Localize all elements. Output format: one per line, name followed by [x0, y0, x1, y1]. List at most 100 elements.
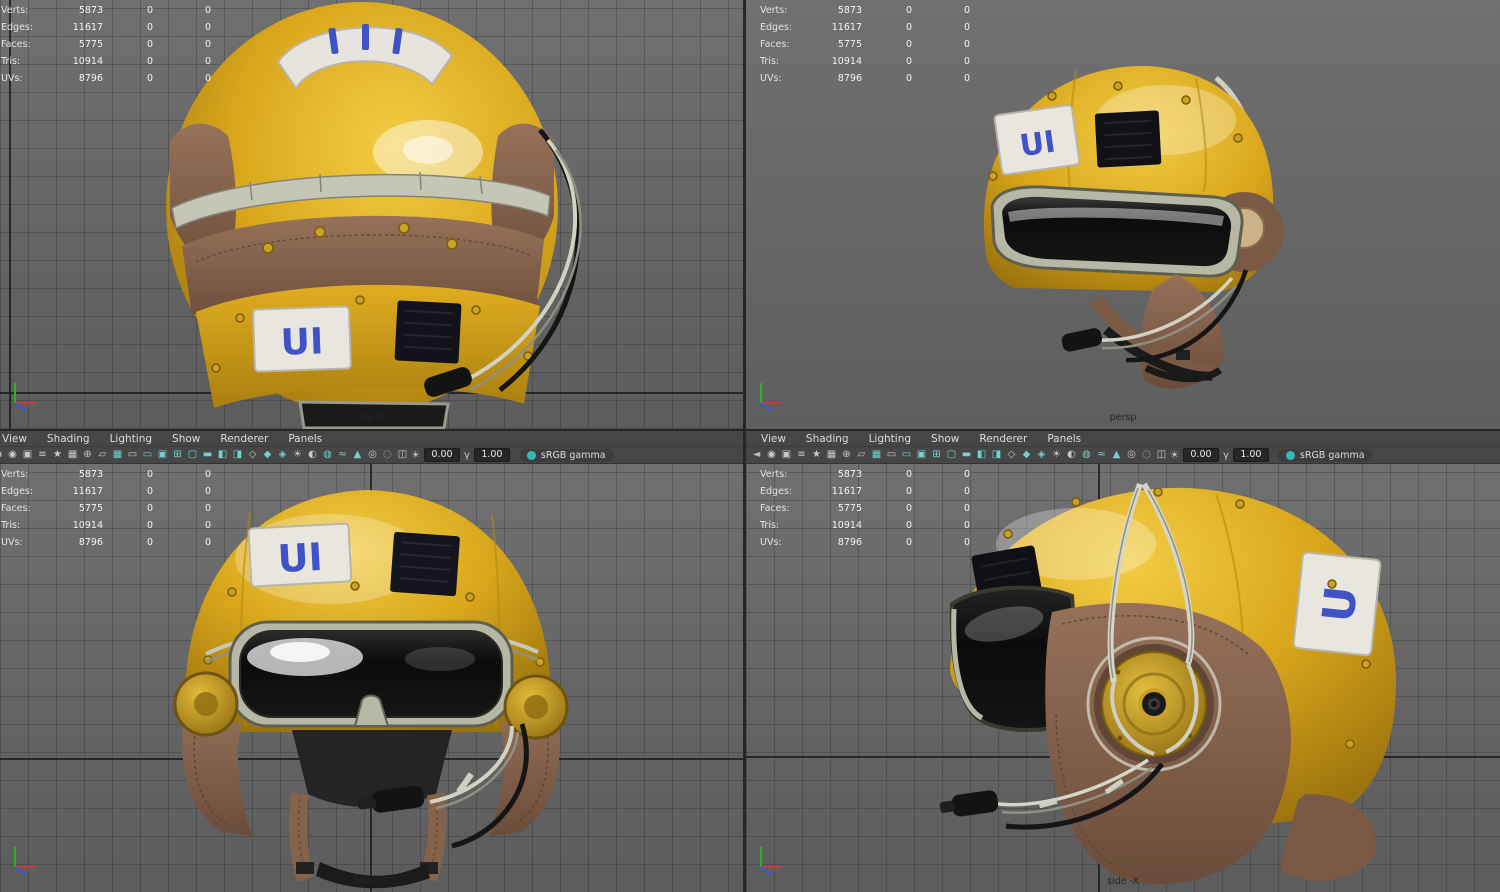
exposure-icon[interactable]: ☀ — [1170, 450, 1179, 461]
hud-value: 5775 — [837, 39, 862, 50]
film-gate-icon[interactable]: ▭ — [126, 448, 139, 462]
two-d-pan-zoom-icon[interactable]: ⊕ — [840, 448, 853, 462]
safe-action-icon[interactable]: ▢ — [186, 448, 199, 462]
hud-value: 0 — [204, 56, 211, 67]
bookmarks-icon[interactable]: ★ — [810, 448, 823, 462]
exposure-field[interactable]: 0.00 — [1182, 448, 1219, 462]
safe-title-icon[interactable]: ▬ — [960, 448, 973, 462]
camera-attributes-icon[interactable]: ≡ — [795, 448, 808, 462]
anti-aliasing-icon[interactable]: ▲ — [351, 448, 364, 462]
menu-lighting[interactable]: Lighting — [859, 433, 921, 445]
menu-panels[interactable]: Panels — [1037, 433, 1091, 445]
motion-blur-icon[interactable]: ≈ — [336, 448, 349, 462]
shaded-icon[interactable]: ◆ — [261, 448, 274, 462]
menu-panels[interactable]: Panels — [278, 433, 332, 445]
textured-icon[interactable]: ◈ — [276, 448, 289, 462]
shadows-icon[interactable]: ◐ — [306, 448, 319, 462]
wireframe-icon[interactable]: ◇ — [246, 448, 259, 462]
menu-show[interactable]: Show — [162, 433, 210, 445]
grid-icon[interactable]: ▦ — [870, 448, 883, 462]
resolution-gate-icon[interactable]: ▭ — [900, 448, 913, 462]
depth-of-field-icon[interactable]: ◎ — [1125, 448, 1138, 462]
resolution-gate-icon[interactable]: ▭ — [141, 448, 154, 462]
hud-row: Tris: 10914 0 0 — [1, 53, 231, 70]
bookmarks-icon[interactable]: ★ — [51, 448, 64, 462]
motion-blur-icon[interactable]: ≈ — [1095, 448, 1108, 462]
helmet-marking-side: U — [1313, 584, 1367, 625]
menu-lighting[interactable]: Lighting — [100, 433, 162, 445]
viewport-persp[interactable]: UI Verts: 5873 0 0 Edges: 11617 0 0 Face… — [746, 0, 1500, 429]
wireframe-icon[interactable]: ◇ — [1005, 448, 1018, 462]
viewport-front[interactable]: UI Verts: 5873 0 0 Edges: 11617 0 0 Face… — [0, 464, 743, 892]
textured-icon[interactable]: ◈ — [1035, 448, 1048, 462]
x-ray-icon[interactable]: ◫ — [1155, 448, 1168, 462]
field-chart-icon[interactable]: ⊞ — [171, 448, 184, 462]
view-transform-dropdown[interactable]: sRGB gamma — [518, 448, 614, 462]
ssao-icon[interactable]: ◍ — [1080, 448, 1093, 462]
toolbar-collapse-icon[interactable]: ◄ — [750, 448, 763, 462]
safe-title-icon[interactable]: ▬ — [201, 448, 214, 462]
hud-value: 0 — [963, 5, 970, 16]
camera-attributes-icon[interactable]: ≡ — [36, 448, 49, 462]
axis-gizmo — [14, 383, 35, 412]
hud-value: 0 — [963, 520, 970, 531]
select-camera-icon[interactable]: ◉ — [765, 448, 778, 462]
shaded-icon[interactable]: ◆ — [1020, 448, 1033, 462]
menu-show[interactable]: Show — [921, 433, 969, 445]
ssao-icon[interactable]: ◍ — [321, 448, 334, 462]
hud-toggle-icon[interactable]: ◧ — [216, 448, 229, 462]
isolate-select-icon[interactable]: ◌ — [1140, 448, 1153, 462]
isolate-select-icon[interactable]: ◌ — [381, 448, 394, 462]
image-plane-icon[interactable]: ▦ — [825, 448, 838, 462]
hud-label: Verts: — [760, 5, 788, 16]
hud-value: 0 — [146, 5, 153, 16]
gamma-field[interactable]: 1.00 — [473, 448, 510, 462]
axis-gizmo — [760, 383, 781, 412]
field-chart-icon[interactable]: ⊞ — [930, 448, 943, 462]
lock-camera-icon[interactable]: ▣ — [21, 448, 34, 462]
exposure-icon[interactable]: ☀ — [411, 450, 420, 461]
hud-toggle-icon[interactable]: ◧ — [975, 448, 988, 462]
film-gate-icon[interactable]: ▭ — [885, 448, 898, 462]
hud-label: Verts: — [760, 469, 788, 480]
exposure-field[interactable]: 0.00 — [423, 448, 460, 462]
object-details-icon[interactable]: ◨ — [990, 448, 1003, 462]
menu-renderer[interactable]: Renderer — [969, 433, 1037, 445]
hud-value: 0 — [963, 486, 970, 497]
two-d-pan-zoom-icon[interactable]: ⊕ — [81, 448, 94, 462]
menu-renderer[interactable]: Renderer — [210, 433, 278, 445]
gamma-field[interactable]: 1.00 — [1232, 448, 1269, 462]
anti-aliasing-icon[interactable]: ▲ — [1110, 448, 1123, 462]
menu-shading[interactable]: Shading — [37, 433, 100, 445]
safe-action-icon[interactable]: ▢ — [945, 448, 958, 462]
hud-row: UVs: 8796 0 0 — [1, 70, 231, 87]
grid-icon[interactable]: ▦ — [111, 448, 124, 462]
x-ray-icon[interactable]: ◫ — [396, 448, 409, 462]
menu-view[interactable]: View — [0, 433, 37, 445]
lock-camera-icon[interactable]: ▣ — [780, 448, 793, 462]
grease-pencil-icon[interactable]: ▱ — [96, 448, 109, 462]
gamma-icon[interactable]: γ — [464, 450, 470, 461]
hud-value: 0 — [905, 22, 912, 33]
hud-label: Tris: — [760, 520, 780, 531]
image-plane-icon[interactable]: ▦ — [66, 448, 79, 462]
panel-menubar: View Shading Lighting Show Renderer Panels — [746, 431, 1500, 446]
depth-of-field-icon[interactable]: ◎ — [366, 448, 379, 462]
gamma-icon[interactable]: γ — [1223, 450, 1229, 461]
grease-pencil-icon[interactable]: ▱ — [855, 448, 868, 462]
gate-mask-icon[interactable]: ▣ — [915, 448, 928, 462]
menu-shading[interactable]: Shading — [796, 433, 859, 445]
select-camera-icon[interactable]: ◉ — [6, 448, 19, 462]
gate-mask-icon[interactable]: ▣ — [156, 448, 169, 462]
viewport-top[interactable]: UI Verts: 5873 0 0 Edges: 11617 0 0 Face… — [0, 0, 743, 429]
use-all-lights-icon[interactable]: ☀ — [291, 448, 304, 462]
toolbar-collapse-icon[interactable]: ◄ — [0, 448, 4, 462]
viewport-side[interactable]: U Verts: 5873 0 0 Edges: 11617 0 0 Faces… — [746, 464, 1500, 892]
shadows-icon[interactable]: ◐ — [1065, 448, 1078, 462]
hud-value: 0 — [146, 486, 153, 497]
menu-view[interactable]: View — [751, 433, 796, 445]
hud-value: 0 — [204, 73, 211, 84]
use-all-lights-icon[interactable]: ☀ — [1050, 448, 1063, 462]
object-details-icon[interactable]: ◨ — [231, 448, 244, 462]
view-transform-dropdown[interactable]: sRGB gamma — [1277, 448, 1373, 462]
